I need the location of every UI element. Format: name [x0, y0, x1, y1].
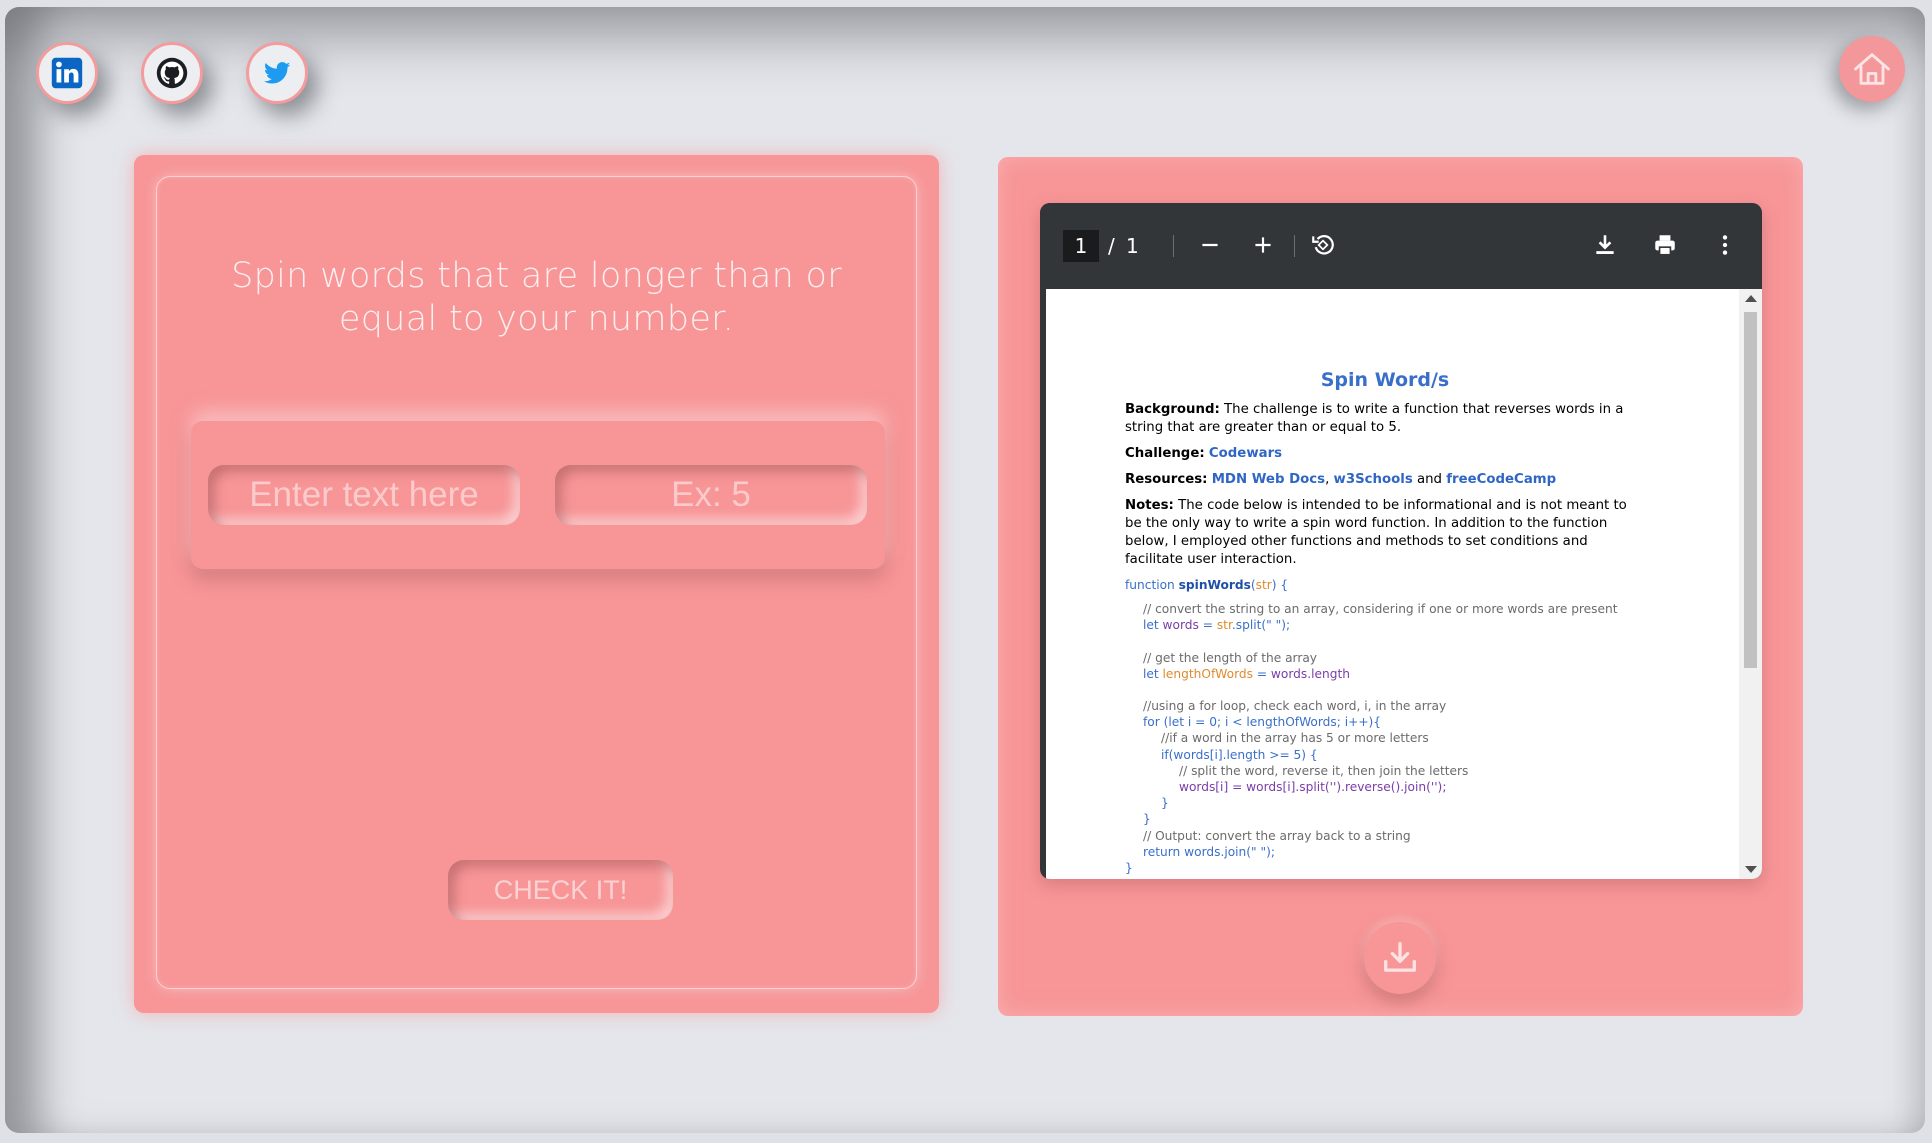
home-icon	[1854, 53, 1890, 85]
zoom-in-icon	[1255, 237, 1271, 253]
twitter-button[interactable]	[246, 42, 308, 104]
check-it-button[interactable]: CHECK IT!	[448, 860, 673, 920]
pdf-document: Spin Word/s Background: The challenge is…	[1125, 371, 1645, 876]
pdf-page[interactable]: Spin Word/s Background: The challenge is…	[1046, 289, 1739, 879]
background-paragraph: Background: The challenge is to write a …	[1125, 401, 1645, 437]
linkedin-icon	[51, 57, 83, 89]
code-line: //using a for loop, check each word, i, …	[1143, 699, 1447, 714]
w3schools-link[interactable]: w3Schools	[1334, 472, 1413, 487]
code-line: let words = str.split(" ");	[1143, 618, 1291, 633]
scroll-down-arrow[interactable]	[1745, 866, 1757, 873]
code-line: // split the word, reverse it, then join…	[1179, 763, 1469, 778]
resource-comma: ,	[1325, 472, 1330, 487]
code-line: // get the length of the array	[1143, 650, 1318, 665]
pdf-download-button[interactable]	[1587, 227, 1623, 263]
pdf-viewer: 1 / 1 Spin Word/s Background: The challe…	[1040, 203, 1762, 879]
code-line: // convert the string to an array, consi…	[1143, 602, 1618, 617]
freecodecamp-link[interactable]: freeCodeCamp	[1446, 472, 1556, 487]
pdf-scrollbar[interactable]	[1739, 289, 1762, 879]
toolbar-divider	[1173, 235, 1174, 257]
code-line: for (let i = 0; i < lengthOfWords; i++){	[1143, 715, 1382, 730]
linkedin-button[interactable]	[36, 42, 98, 104]
resource-and: and	[1416, 472, 1443, 487]
toolbar-divider	[1294, 235, 1295, 257]
rotate-icon	[1312, 235, 1334, 255]
page-number-input[interactable]: 1	[1063, 230, 1099, 262]
resources-paragraph: Resources: MDN Web Docs, w3Schools and f…	[1125, 471, 1645, 489]
scroll-up-arrow[interactable]	[1745, 295, 1757, 302]
mdn-link[interactable]: MDN Web Docs	[1212, 472, 1325, 487]
page-separator: /	[1108, 234, 1115, 258]
print-button[interactable]	[1647, 227, 1683, 263]
home-button[interactable]	[1839, 36, 1905, 102]
code-line: // Output: convert the array back to a s…	[1143, 828, 1411, 843]
download-tray-icon	[1384, 942, 1416, 972]
github-icon	[156, 57, 188, 89]
challenge-label: Challenge:	[1125, 446, 1205, 461]
spin-words-panel: Spin words that are longer than or equal…	[134, 155, 939, 1013]
rotate-button[interactable]	[1305, 227, 1341, 263]
resources-label: Resources:	[1125, 472, 1208, 487]
challenge-paragraph: Challenge: Codewars	[1125, 445, 1645, 463]
pdf-toolbar: 1 / 1	[1040, 203, 1762, 289]
more-options-button[interactable]	[1707, 227, 1743, 263]
codewars-link[interactable]: Codewars	[1209, 446, 1282, 461]
notes-paragraph: Notes: The code below is intended to be …	[1125, 497, 1645, 569]
background-label: Background:	[1125, 402, 1220, 417]
code-line: }	[1143, 812, 1151, 827]
input-container	[191, 421, 885, 569]
code-line: words[i] = words[i].split('').reverse().…	[1179, 780, 1447, 795]
code-line: let lengthOfWords = words.length	[1143, 666, 1350, 681]
zoom-in-button[interactable]	[1245, 227, 1281, 263]
doc-title: Spin Word/s	[1320, 369, 1450, 391]
twitter-icon	[263, 62, 291, 84]
notes-text: The code below is intended to be informa…	[1125, 498, 1627, 567]
notes-label: Notes:	[1125, 498, 1174, 513]
github-button[interactable]	[141, 42, 203, 104]
download-icon	[1596, 235, 1614, 254]
text-input[interactable]	[208, 465, 520, 525]
code-line: }	[1125, 861, 1133, 876]
download-button[interactable]	[1364, 922, 1436, 994]
code-line: function spinWords(str) {	[1125, 578, 1289, 592]
code-line: //if a word in the array has 5 or more l…	[1161, 731, 1429, 746]
pdf-panel: 1 / 1 Spin Word/s Background: The challe…	[998, 157, 1803, 1016]
code-line: return words.join(" ");	[1143, 844, 1275, 859]
zoom-out-icon	[1202, 243, 1218, 247]
page-total: 1	[1126, 234, 1139, 258]
number-input[interactable]	[555, 465, 867, 525]
scroll-thumb[interactable]	[1744, 312, 1757, 668]
code-block: function spinWords(str) { // convert the…	[1125, 577, 1645, 876]
prompt-text: Spin words that are longer than or equal…	[231, 256, 842, 339]
code-line: if(words[i].length >= 5) {	[1161, 747, 1318, 762]
spin-words-card: Spin words that are longer than or equal…	[156, 176, 917, 989]
print-icon	[1655, 235, 1675, 256]
code-line: }	[1161, 796, 1169, 811]
app-background: Spin words that are longer than or equal…	[5, 7, 1925, 1133]
zoom-out-button[interactable]	[1192, 227, 1228, 263]
more-icon	[1722, 235, 1728, 255]
